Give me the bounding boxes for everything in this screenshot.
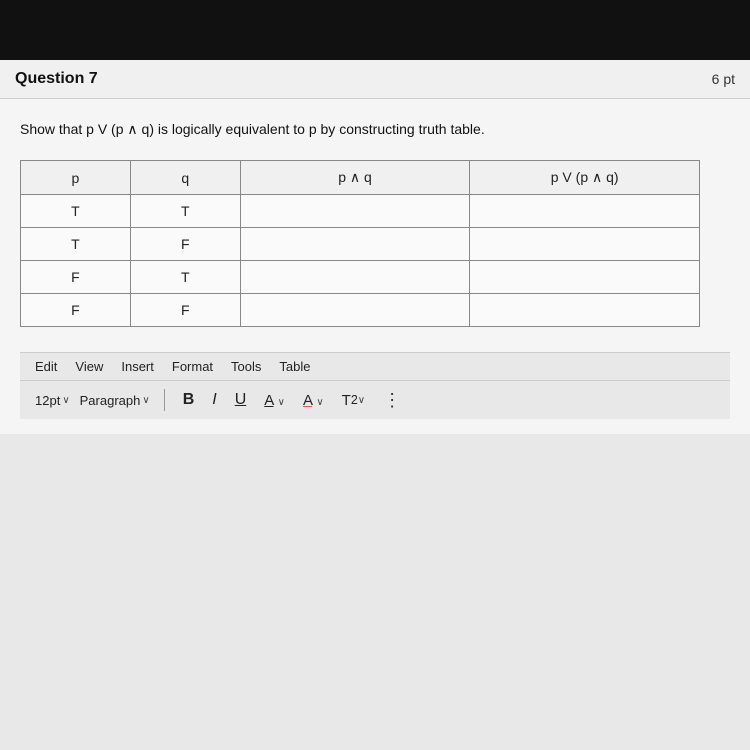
table-row: F T (21, 261, 700, 294)
menu-format[interactable]: Format (172, 359, 213, 374)
question-text: Show that p V (p ∧ q) is logically equiv… (20, 119, 730, 140)
cell-p4: F (21, 294, 131, 327)
cell-pq1 (240, 195, 470, 228)
truth-table: p q p ∧ q p V (p ∧ q) T T T F (20, 160, 700, 327)
table-row: F F (21, 294, 700, 327)
cell-pq2 (240, 228, 470, 261)
paragraph-chevron: ∨ (142, 395, 149, 406)
cell-q1: T (130, 195, 240, 228)
toolbar-divider (164, 389, 165, 411)
formatting-bar: 12pt ∨ Paragraph ∨ B I U A ∨ A ∨ T2 ∨ (20, 380, 730, 419)
paragraph-selector[interactable]: Paragraph ∨ (80, 393, 150, 408)
font-size-chevron: ∨ (62, 395, 69, 406)
cell-q4: F (130, 294, 240, 327)
cell-q3: T (130, 261, 240, 294)
bold-button[interactable]: B (179, 389, 199, 411)
table-header-pandq: p ∧ q (240, 161, 470, 195)
top-black-bar (0, 0, 750, 60)
question-header: Question 7 6 pt (0, 60, 750, 99)
table-header-q: q (130, 161, 240, 195)
paragraph-label: Paragraph (80, 393, 141, 408)
menu-table[interactable]: Table (279, 359, 310, 374)
font-size-value: 12pt (35, 393, 60, 408)
font-size-selector[interactable]: 12pt ∨ (35, 393, 70, 408)
toolbar-menu: Edit View Insert Format Tools Table (20, 352, 730, 380)
table-row: T T (21, 195, 700, 228)
cell-p3: F (21, 261, 131, 294)
cell-q2: F (130, 228, 240, 261)
menu-insert[interactable]: Insert (121, 359, 154, 374)
menu-view[interactable]: View (75, 359, 103, 374)
menu-edit[interactable]: Edit (35, 359, 57, 374)
font-color-chevron: ∨ (278, 397, 285, 408)
cell-pvpq1 (470, 195, 700, 228)
underline-button[interactable]: U (231, 389, 251, 411)
cell-pq3 (240, 261, 470, 294)
content-area: Show that p V (p ∧ q) is logically equiv… (0, 99, 750, 434)
more-options-button[interactable]: ⋮ (383, 390, 401, 411)
question-points: 6 pt (712, 71, 735, 87)
cell-pvpq3 (470, 261, 700, 294)
font-color-label: A (264, 392, 273, 409)
superscript-button[interactable]: T2 ∨ (338, 390, 369, 411)
highlight-label: A (303, 392, 312, 409)
question-title: Question 7 (15, 70, 98, 88)
menu-tools[interactable]: Tools (231, 359, 261, 374)
cell-pq4 (240, 294, 470, 327)
highlight-chevron: ∨ (316, 397, 323, 408)
table-header-p: p (21, 161, 131, 195)
cell-p2: T (21, 228, 131, 261)
cell-p1: T (21, 195, 131, 228)
table-header-pvpandq: p V (p ∧ q) (470, 161, 700, 195)
cell-pvpq2 (470, 228, 700, 261)
main-container: Question 7 6 pt Show that p V (p ∧ q) is… (0, 60, 750, 750)
highlight-button[interactable]: A ∨ (299, 390, 328, 411)
italic-button[interactable]: I (208, 389, 220, 411)
cell-pvpq4 (470, 294, 700, 327)
table-row: T F (21, 228, 700, 261)
superscript-chevron: ∨ (358, 395, 365, 406)
font-color-button[interactable]: A ∨ (260, 390, 289, 411)
